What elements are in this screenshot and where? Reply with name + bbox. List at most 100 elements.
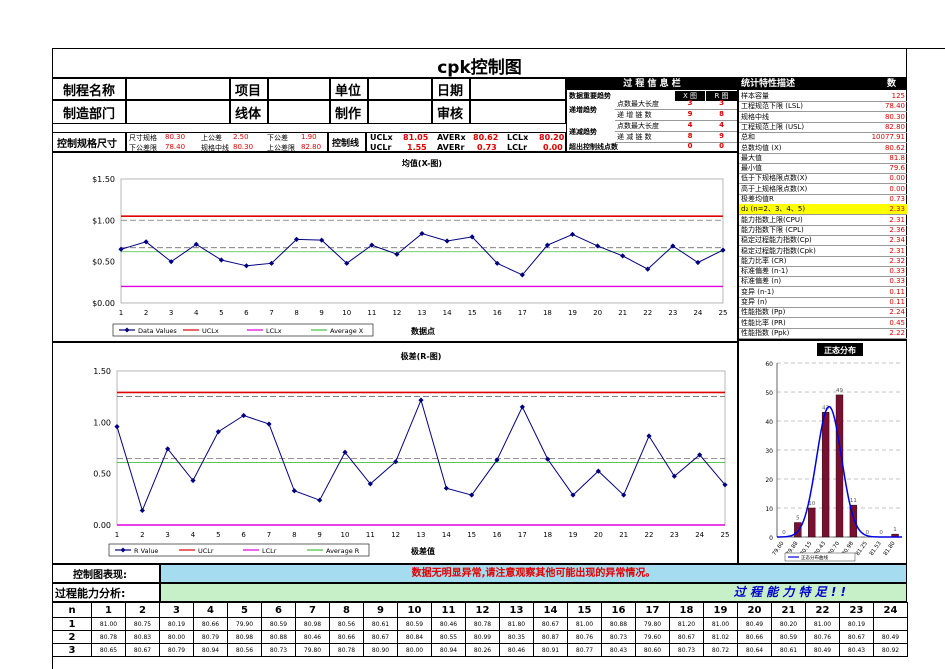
up-trend-label: 递增趋势 — [569, 106, 597, 114]
stats-title-label: 统计特性描述 — [741, 79, 796, 89]
table-cell[interactable]: 79.80 — [295, 643, 330, 657]
table-cell[interactable]: 80.84 — [397, 630, 432, 644]
stat-value: 0.45 — [889, 318, 905, 327]
table-cell[interactable]: 81.02 — [703, 630, 738, 644]
r-legend-label: Average R — [326, 547, 360, 555]
table-cell[interactable]: 80.66 — [329, 630, 364, 644]
histogram-bar-label: 0 — [879, 530, 883, 536]
table-cell[interactable]: 80.55 — [431, 630, 466, 644]
table-cell[interactable]: 80.88 — [261, 630, 296, 644]
r-legend-label: UCLr — [198, 547, 214, 555]
table-cell[interactable]: 80.94 — [431, 643, 466, 657]
table-cell[interactable]: 80.73 — [601, 630, 636, 644]
table-cell[interactable]: 80.73 — [669, 643, 704, 657]
table-cell[interactable]: 80.77 — [567, 643, 602, 657]
line-field[interactable] — [268, 100, 330, 124]
table-cell[interactable]: 80.59 — [261, 617, 296, 631]
xbar-legend-label: UCLx — [202, 327, 219, 335]
table-cell[interactable]: 80.91 — [533, 643, 568, 657]
stat-label: 变异 (n) — [741, 298, 768, 306]
table-cell[interactable]: 80.64 — [737, 643, 772, 657]
review-field[interactable] — [470, 100, 566, 124]
item-field[interactable] — [268, 78, 330, 100]
table-cell[interactable]: 80.83 — [125, 630, 160, 644]
histogram-bar-label: 5 — [796, 516, 800, 522]
table-cell[interactable]: 80.49 — [873, 630, 908, 644]
table-cell[interactable]: 80.72 — [703, 643, 738, 657]
table-cell[interactable]: 80.78 — [329, 643, 364, 657]
table-cell[interactable]: 80.73 — [261, 643, 296, 657]
table-cell[interactable]: 80.66 — [737, 630, 772, 644]
table-cell[interactable]: 80.20 — [771, 617, 806, 631]
xbar-x-tick-label: 10 — [342, 309, 351, 317]
table-cell[interactable]: 80.49 — [805, 643, 840, 657]
table-cell[interactable]: 80.78 — [465, 617, 500, 631]
table-cell[interactable]: 80.67 — [533, 617, 568, 631]
normal-distribution-chart: 正态分布0102030405060079.60579.881080.154380… — [765, 343, 903, 562]
table-cell[interactable]: 80.56 — [329, 617, 364, 631]
xbar-chart-area: 均值(X-图) $0.00 $0.50 $1.00 $1.50 1 2 3 4 5 6 7 8 9 10 11… — [52, 152, 738, 342]
table-cell[interactable]: 80.94 — [193, 643, 228, 657]
table-cell[interactable]: 80.60 — [635, 643, 670, 657]
table-cell[interactable]: 81.20 — [669, 617, 704, 631]
table-cell[interactable]: 80.46 — [431, 617, 466, 631]
table-cell[interactable]: 80.66 — [193, 617, 228, 631]
table-cell[interactable]: 80.87 — [533, 630, 568, 644]
stat-label: 性能指数 (Ppk) — [741, 328, 790, 337]
table-cell[interactable]: 80.26 — [465, 643, 500, 657]
table-cell[interactable]: 80.43 — [601, 643, 636, 657]
table-cell[interactable]: 80.65 — [91, 643, 126, 657]
make-label: 制作 — [330, 100, 368, 124]
table-cell[interactable]: 80.00 — [397, 643, 432, 657]
table-cell[interactable]: 80.76 — [805, 630, 840, 644]
table-cell[interactable]: 80.99 — [465, 630, 500, 644]
stat-label: 总数均值 (X) — [741, 143, 782, 152]
process-name-field[interactable] — [126, 78, 230, 100]
table-cell[interactable]: 80.19 — [839, 617, 874, 631]
table-cell[interactable]: 81.80 — [499, 617, 534, 631]
table-cell[interactable]: 80.43 — [839, 643, 874, 657]
table-cell[interactable]: 80.67 — [839, 630, 874, 644]
table-cell[interactable]: 80.46 — [499, 643, 534, 657]
table-cell[interactable]: 80.19 — [159, 617, 194, 631]
table-cell[interactable]: 79.80 — [635, 617, 670, 631]
histogram-legend: 正态分布曲线 — [784, 552, 856, 562]
table-cell[interactable]: 80.90 — [363, 643, 398, 657]
table-cell[interactable]: 80.98 — [295, 617, 330, 631]
table-cell[interactable]: 80.59 — [771, 630, 806, 644]
table-cell[interactable]: 79.90 — [227, 617, 262, 631]
table-cell[interactable]: 80.49 — [737, 617, 772, 631]
unit-field[interactable] — [368, 78, 432, 100]
r-x-tick-label: 18 — [543, 531, 552, 539]
table-cell[interactable]: 80.61 — [363, 617, 398, 631]
table-cell[interactable]: 80.98 — [227, 630, 262, 644]
table-cell[interactable]: 80.75 — [125, 617, 160, 631]
table-cell[interactable]: 80.00 — [159, 630, 194, 644]
table-cell[interactable]: 80.59 — [397, 617, 432, 631]
table-cell[interactable]: 80.78 — [91, 630, 126, 644]
r-x-tick-label: 13 — [417, 531, 426, 539]
dept-field[interactable] — [126, 100, 230, 124]
table-cell[interactable]: 80.79 — [159, 643, 194, 657]
table-cell[interactable]: 80.67 — [363, 630, 398, 644]
table-cell[interactable]: 80.61 — [771, 643, 806, 657]
table-cell[interactable]: 81.00 — [703, 617, 738, 631]
make-field[interactable] — [368, 100, 432, 124]
down-trend-label: 递减趋势 — [569, 128, 597, 136]
table-cell[interactable]: 80.35 — [499, 630, 534, 644]
table-cell[interactable]: 80.67 — [125, 643, 160, 657]
table-cell[interactable]: 80.79 — [193, 630, 228, 644]
date-field[interactable] — [470, 78, 566, 100]
table-cell[interactable]: 80.88 — [601, 617, 636, 631]
table-cell[interactable]: 80.67 — [669, 630, 704, 644]
table-cell[interactable]: 79.60 — [635, 630, 670, 644]
table-cell[interactable]: 81.00 — [91, 617, 126, 631]
table-cell[interactable]: 81.00 — [567, 617, 602, 631]
table-cell[interactable]: 80.46 — [295, 630, 330, 644]
table-cell[interactable]: 81.00 — [805, 617, 840, 631]
table-cell[interactable]: 80.92 — [873, 643, 908, 657]
table-cell[interactable]: 80.76 — [567, 630, 602, 644]
process-info-row: 点数最大长度 4 4 — [615, 121, 737, 132]
table-cell[interactable] — [873, 617, 908, 631]
table-cell[interactable]: 80.56 — [227, 643, 262, 657]
